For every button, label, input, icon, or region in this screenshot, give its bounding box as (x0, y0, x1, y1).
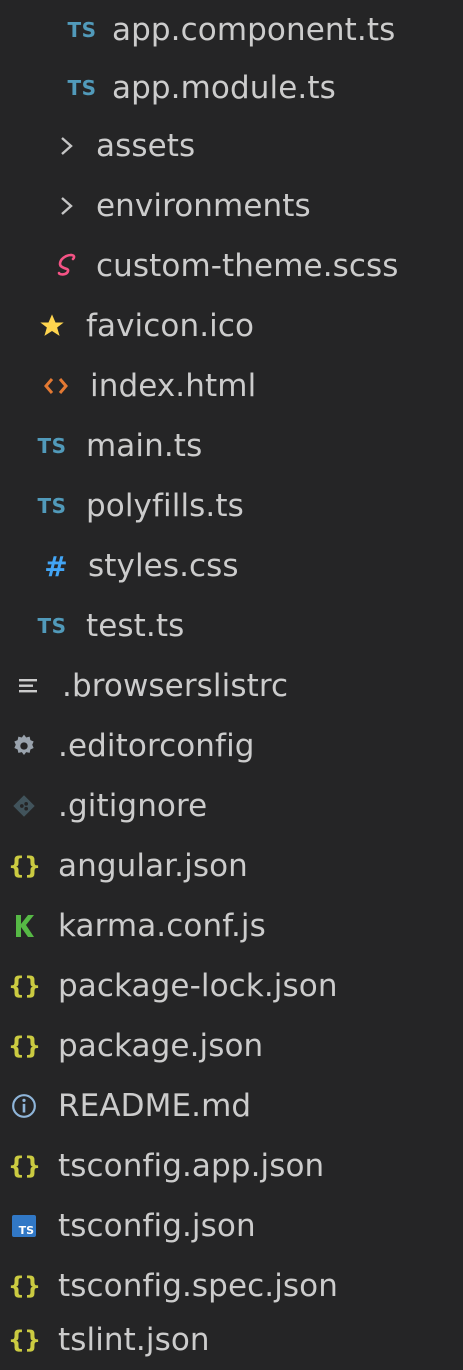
typescript-icon: TS (37, 494, 67, 518)
tree-item-index-html[interactable]: index.html (0, 356, 463, 416)
file-label: index.html (90, 368, 257, 404)
tree-item-custom-theme-scss[interactable]: custom-theme.scss (0, 236, 463, 296)
file-label: .browserslistrc (62, 668, 289, 704)
file-label: custom-theme.scss (96, 248, 399, 284)
tree-item-favicon-ico[interactable]: favicon.ico (0, 296, 463, 356)
folder-label: assets (96, 128, 196, 164)
tree-item-package-json[interactable]: {} package.json (0, 1016, 463, 1076)
gear-icon (8, 730, 40, 762)
file-label: .editorconfig (58, 728, 255, 764)
html-icon (40, 370, 72, 402)
tree-item-editorconfig[interactable]: .editorconfig (0, 716, 463, 776)
git-icon (8, 790, 40, 822)
file-label: main.ts (86, 428, 203, 464)
file-label: package.json (58, 1028, 264, 1064)
tree-item-browserslistrc[interactable]: .browserslistrc (0, 656, 463, 716)
json-icon: {} (7, 1152, 41, 1180)
tree-folder-assets[interactable]: assets (0, 116, 463, 176)
tree-item-app-component-ts[interactable]: TS app.component.ts (0, 0, 463, 60)
tree-item-styles-css[interactable]: # styles.css (0, 536, 463, 596)
file-label: tsconfig.app.json (58, 1148, 325, 1184)
json-icon: {} (7, 972, 41, 1000)
file-label: app.component.ts (112, 12, 396, 48)
hash-icon: # (44, 549, 68, 583)
file-label: tslint.json (58, 1322, 210, 1358)
tree-item-tsconfig-spec-json[interactable]: {} tsconfig.spec.json (0, 1256, 463, 1316)
json-icon: {} (7, 852, 41, 880)
file-label: polyfills.ts (86, 488, 244, 524)
tree-item-readme-md[interactable]: README.md (0, 1076, 463, 1136)
tree-item-angular-json[interactable]: {} angular.json (0, 836, 463, 896)
json-icon: {} (7, 1326, 41, 1354)
tsconfig-icon: TS (8, 1210, 40, 1242)
tree-folder-environments[interactable]: environments (0, 176, 463, 236)
karma-icon (8, 910, 40, 942)
file-label: .gitignore (58, 788, 208, 824)
sass-icon (50, 250, 82, 282)
file-label: test.ts (86, 608, 185, 644)
file-label: package-lock.json (58, 968, 338, 1004)
chevron-right-icon (50, 130, 82, 162)
typescript-icon: TS (67, 76, 97, 100)
star-icon (36, 310, 68, 342)
tree-item-main-ts[interactable]: TS main.ts (0, 416, 463, 476)
typescript-icon: TS (37, 614, 67, 638)
folder-label: environments (96, 188, 311, 224)
tree-item-polyfills-ts[interactable]: TS polyfills.ts (0, 476, 463, 536)
file-label: README.md (58, 1088, 252, 1124)
info-icon (8, 1090, 40, 1122)
tree-item-gitignore[interactable]: .gitignore (0, 776, 463, 836)
file-explorer: TS app.component.ts TS app.module.ts ass… (0, 0, 463, 1363)
file-label: app.module.ts (112, 70, 336, 106)
tree-item-karma-conf-js[interactable]: karma.conf.js (0, 896, 463, 956)
tree-item-tsconfig-app-json[interactable]: {} tsconfig.app.json (0, 1136, 463, 1196)
json-icon: {} (7, 1272, 41, 1300)
file-label: tsconfig.json (58, 1208, 256, 1244)
tree-item-tsconfig-json[interactable]: TS tsconfig.json (0, 1196, 463, 1256)
json-icon: {} (7, 1032, 41, 1060)
tree-item-app-module-ts[interactable]: TS app.module.ts (0, 58, 463, 118)
file-label: tsconfig.spec.json (58, 1268, 338, 1304)
tree-item-test-ts[interactable]: TS test.ts (0, 596, 463, 656)
tree-item-tslint-json[interactable]: {} tslint.json (0, 1310, 463, 1370)
chevron-right-icon (50, 190, 82, 222)
tree-item-package-lock-json[interactable]: {} package-lock.json (0, 956, 463, 1016)
file-label: favicon.ico (86, 308, 255, 344)
typescript-icon: TS (37, 434, 67, 458)
file-label: karma.conf.js (58, 908, 266, 944)
file-label: angular.json (58, 848, 248, 884)
file-label: styles.css (88, 548, 239, 584)
typescript-icon: TS (67, 18, 97, 42)
lines-icon (12, 670, 44, 702)
